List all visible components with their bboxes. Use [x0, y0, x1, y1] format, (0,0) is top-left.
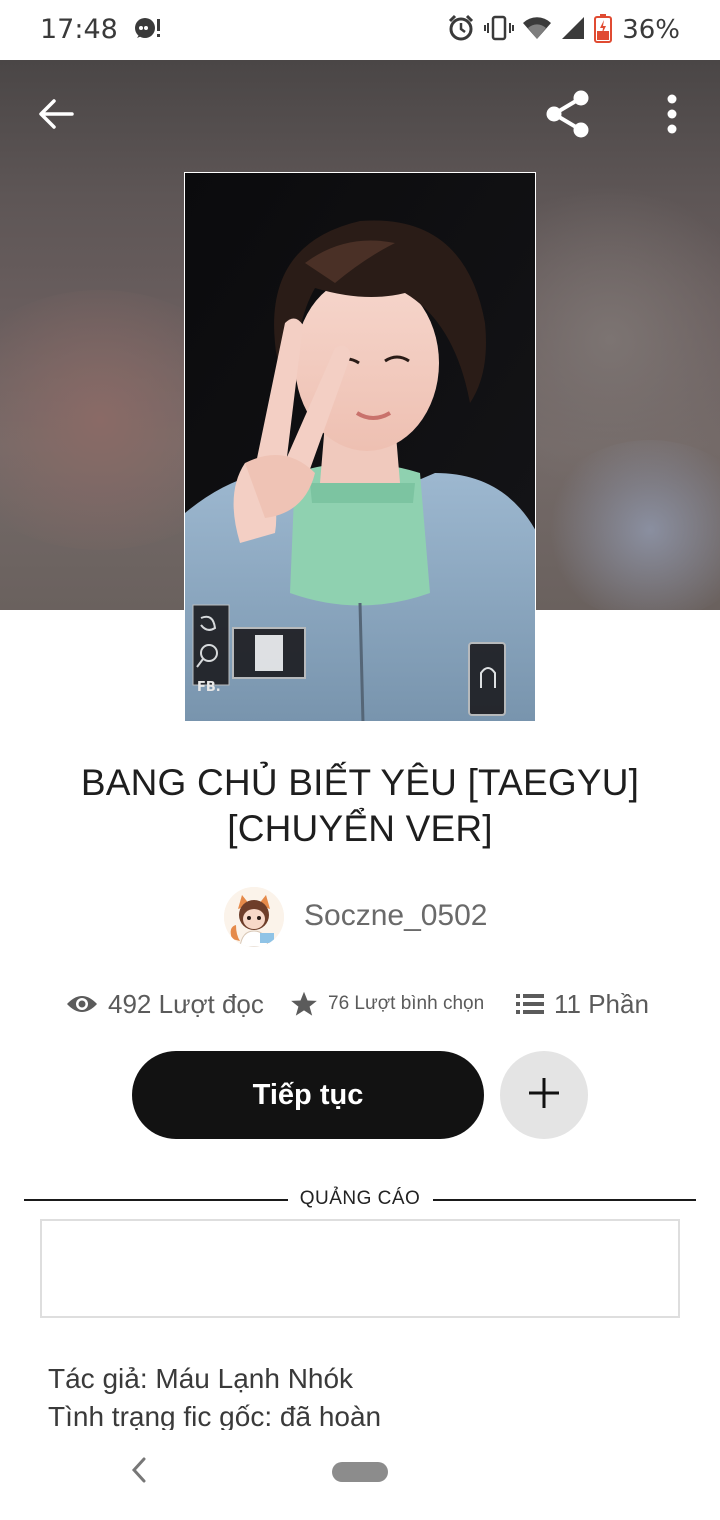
chevron-left-icon [130, 1456, 148, 1489]
notification-icon [132, 14, 162, 49]
description-line: Tình trạng fic gốc: đã hoàn [48, 1401, 382, 1430]
author-name[interactable]: Soczne_0502 [304, 899, 488, 933]
eye-icon [66, 992, 98, 1016]
more-vert-icon [666, 94, 678, 139]
signal-icon [560, 13, 586, 48]
ad-divider-left [24, 1199, 288, 1201]
wifi-icon [522, 13, 552, 48]
star-icon [290, 990, 318, 1018]
more-options-button[interactable] [650, 90, 694, 142]
votes-count: 76 Lượt bình chọn [328, 993, 485, 1014]
reads-count: 492 Lượt đọc [108, 988, 264, 1019]
parts-count: 11 Phần [554, 988, 649, 1019]
add-to-library-button[interactable] [500, 1051, 588, 1139]
story-stats: 492 Lượt đọc 76 Lượt bình chọn 11 Phần [0, 982, 720, 1026]
system-nav-bar [0, 1430, 720, 1520]
continue-reading-button[interactable]: Tiếp tục [132, 1051, 484, 1139]
author-avatar[interactable] [224, 887, 284, 947]
nav-back-button[interactable] [124, 1452, 154, 1492]
back-arrow-icon [36, 94, 76, 139]
description-line: Tác giả: Máu Lạnh Nhók [48, 1363, 354, 1394]
story-description: Tác giả: Máu Lạnh Nhók Tình trạng fic gố… [48, 1360, 688, 1430]
author-row[interactable]: Soczne_0502 [0, 885, 720, 949]
plus-icon [526, 1075, 562, 1116]
nav-home-pill[interactable] [332, 1462, 388, 1482]
battery-percent: 36% [622, 15, 680, 45]
status-icons: 36% [446, 12, 680, 48]
share-icon [542, 88, 594, 145]
list-icon [516, 992, 544, 1016]
back-button[interactable] [28, 88, 84, 144]
ad-slot[interactable] [40, 1219, 680, 1318]
votes-stat: 76 Lượt bình chọn [290, 982, 484, 1026]
story-cover-image[interactable]: FB. [184, 172, 536, 722]
share-button[interactable] [538, 86, 598, 146]
reads-stat: 492 Lượt đọc [66, 982, 264, 1026]
ad-divider-right [433, 1199, 696, 1201]
vibrate-icon [484, 13, 515, 48]
cover-watermark: FB. [197, 680, 221, 695]
ad-label: QUẢNG CÁO [299, 1188, 421, 1209]
status-bar: 17:48 36% [0, 0, 720, 60]
story-title: BANG CHỦ BIẾT YÊU [TAEGYU] [CHUYỂN VER] [80, 762, 640, 849]
status-time: 17:48 [40, 14, 118, 45]
battery-icon [594, 13, 613, 48]
parts-stat: 11 Phần [516, 982, 649, 1026]
alarm-icon [446, 13, 476, 48]
